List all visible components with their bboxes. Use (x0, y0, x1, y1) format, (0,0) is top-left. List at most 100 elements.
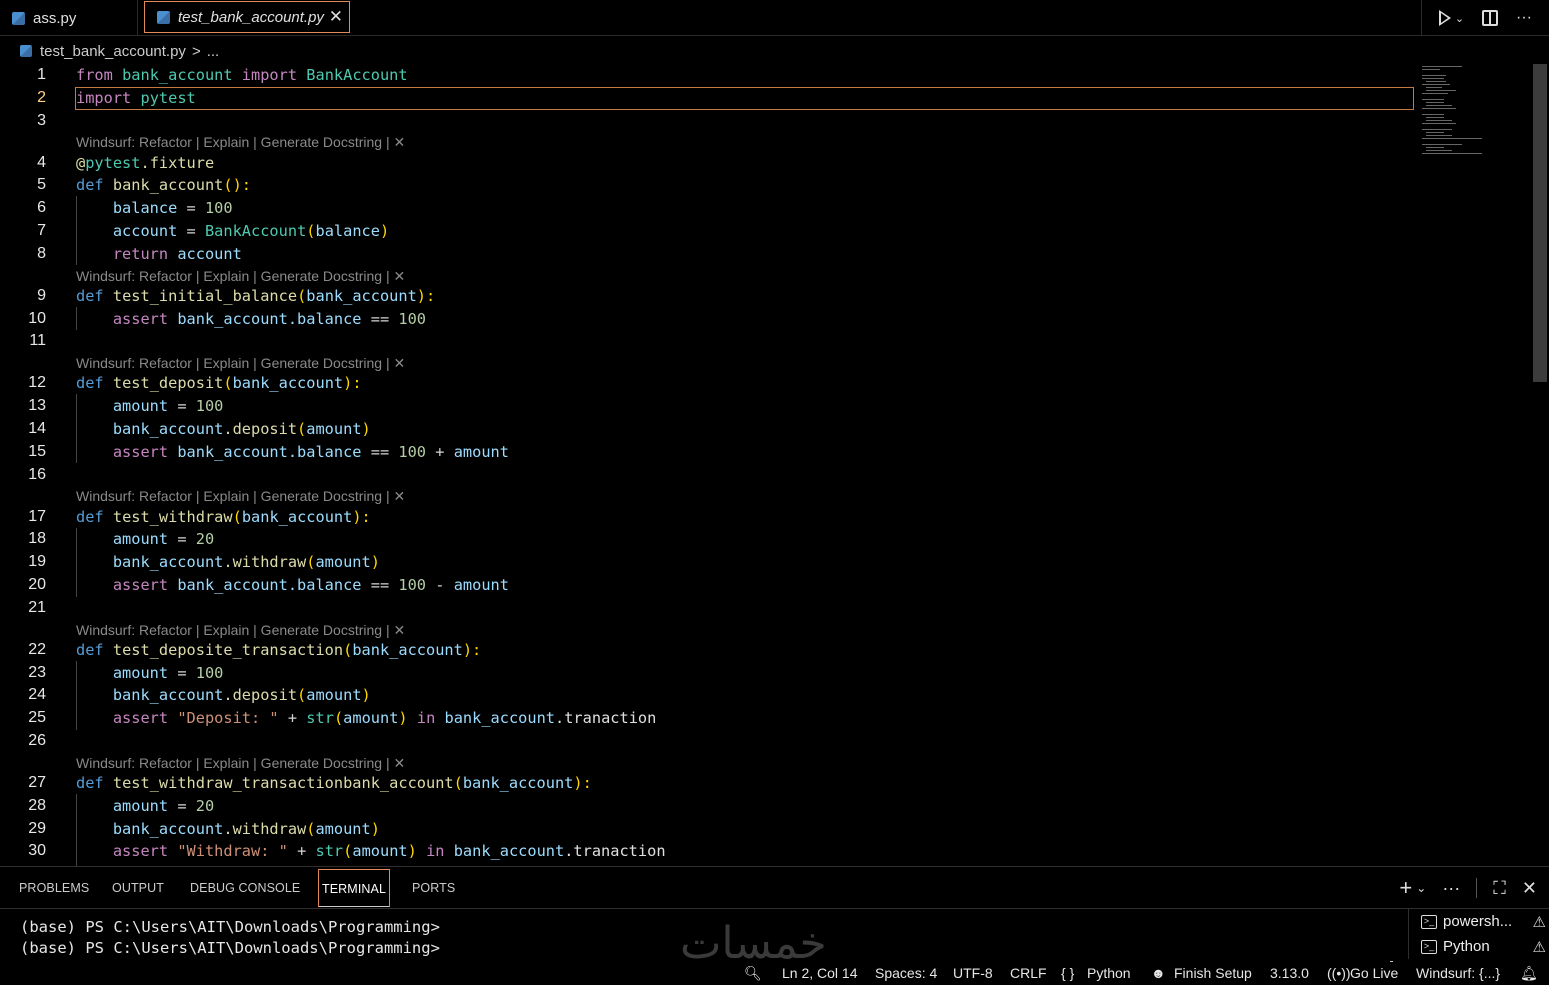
status-python-version[interactable]: 3.13.0 (1270, 965, 1309, 981)
token: bank_account (306, 287, 417, 305)
more-actions-icon[interactable]: ··· (1516, 9, 1532, 27)
python-file-icon (157, 10, 170, 24)
divider (1476, 878, 1478, 898)
token: amount (112, 397, 169, 415)
minimap[interactable] (1420, 64, 1530, 164)
token: ( (297, 686, 307, 704)
breadcrumb-separator: > (191, 42, 201, 60)
minimap-line (1426, 102, 1444, 103)
terminal-item-python[interactable]: >_ Python ⚠ (1421, 938, 1546, 956)
token: ): (462, 641, 482, 659)
terminal-output[interactable]: (base) PS C:\Users\AIT\Downloads\Program… (20, 917, 440, 959)
line-number: 29 (28, 820, 46, 837)
token: 100 (195, 664, 224, 682)
terminal-item-label: powersh... (1443, 913, 1513, 930)
token: ) (370, 553, 380, 571)
status-cursor-position[interactable]: Ln 2, Col 14 (782, 965, 858, 981)
token: amount (315, 820, 371, 838)
token: ( (306, 222, 316, 240)
token: ) (407, 842, 417, 860)
run-icon[interactable] (1438, 10, 1451, 26)
token: .deposit (223, 420, 298, 438)
line-number: 2 (37, 89, 46, 106)
minimap-line (1426, 147, 1444, 148)
status-language[interactable]: Python (1087, 965, 1131, 981)
tab-terminal[interactable]: TERMINAL (318, 869, 391, 907)
token: pytest (85, 154, 141, 172)
minimap-line (1426, 81, 1446, 82)
line-number: 5 (37, 176, 46, 193)
line-number: 27 (28, 774, 46, 791)
status-indentation[interactable]: Spaces: 4 (875, 965, 937, 981)
code-editor[interactable]: 1 from bank_account import BankAccount 2… (0, 64, 1549, 866)
line-number: 24 (28, 686, 46, 703)
token: .withdraw (223, 820, 307, 838)
token: == (370, 310, 390, 328)
minimap-line (1422, 123, 1456, 124)
close-icon[interactable]: ✕ (329, 7, 343, 27)
token: = (177, 397, 187, 415)
vertical-scrollbar[interactable] (1533, 64, 1547, 382)
breadcrumb-more[interactable]: ... (207, 43, 220, 60)
minimap-line (1422, 84, 1450, 85)
token: == (370, 443, 390, 461)
tab-test-bank-account-py[interactable]: test_bank_account.py ✕ (144, 1, 350, 33)
breadcrumb-file[interactable]: test_bank_account.py (40, 43, 186, 60)
token: test_initial_balance (112, 287, 298, 305)
token: .tranaction (555, 709, 657, 727)
status-go-live[interactable]: Go Live (1350, 965, 1398, 981)
editor-tab-bar: ass.py test_bank_account.py ✕ ⌄ ··· (0, 0, 1549, 36)
maximize-panel-icon[interactable]: ⛶ (1493, 878, 1506, 899)
line-number: 11 (29, 332, 46, 349)
tab-problems[interactable]: PROBLEMS (19, 881, 89, 895)
token: .tranaction (564, 842, 666, 860)
token: 20 (195, 797, 215, 815)
token: amount (453, 443, 509, 461)
tab-ass-py[interactable]: ass.py (0, 0, 138, 36)
tab-output[interactable]: OUTPUT (112, 881, 164, 895)
token: 100 (195, 397, 224, 415)
line-number: 6 (37, 199, 46, 216)
windsurf-codelens[interactable]: Windsurf: Refactor | Explain | Generate … (76, 134, 405, 151)
line-number: 25 (28, 709, 46, 726)
terminal-line: (base) PS C:\Users\AIT\Downloads\Program… (20, 939, 440, 957)
windsurf-codelens[interactable]: Windsurf: Refactor | Explain | Generate … (76, 488, 405, 505)
minimap-line (1422, 75, 1446, 76)
token: bank_account (112, 420, 224, 438)
windsurf-codelens[interactable]: Windsurf: Refactor | Explain | Generate … (76, 622, 405, 639)
panel-actions: + ⌄ ··· ⛶ ✕ (1399, 875, 1537, 901)
token: + (287, 709, 298, 727)
tab-ports[interactable]: PORTS (412, 881, 455, 895)
terminal-item-label: Python (1443, 938, 1490, 955)
line-number: 17 (28, 508, 46, 525)
split-editor-icon[interactable] (1482, 10, 1499, 26)
minimap-line (1422, 108, 1456, 109)
windsurf-codelens[interactable]: Windsurf: Refactor | Explain | Generate … (76, 268, 405, 285)
zoom-icon[interactable]: 🔍︎ (744, 965, 762, 982)
more-actions-icon[interactable]: ··· (1442, 878, 1460, 899)
token: bank_account (122, 66, 233, 84)
token: .balance (287, 443, 362, 461)
chevron-down-icon[interactable]: ⌄ (1455, 12, 1464, 25)
minimap-line (1426, 135, 1452, 136)
line-number: 26 (28, 732, 46, 749)
bell-icon[interactable]: 🔔︎ (1520, 965, 1538, 982)
status-windsurf[interactable]: Windsurf: {...} (1416, 965, 1500, 981)
status-encoding[interactable]: UTF-8 (953, 965, 993, 981)
token: def (76, 374, 104, 392)
token: bank_account (112, 176, 224, 194)
windsurf-codelens[interactable]: Windsurf: Refactor | Explain | Generate … (76, 355, 405, 372)
tab-debug-console[interactable]: DEBUG CONSOLE (190, 881, 300, 895)
windsurf-codelens[interactable]: Windsurf: Refactor | Explain | Generate … (76, 755, 405, 772)
token: test_withdraw_transactionbank_account (112, 774, 454, 792)
broadcast-icon: ((•)) (1327, 965, 1351, 981)
close-panel-icon[interactable]: ✕ (1522, 878, 1537, 899)
add-terminal-icon[interactable]: + (1399, 875, 1412, 901)
terminal-item-powershell[interactable]: >_ powersh... ⚠ (1421, 913, 1546, 931)
chevron-down-icon[interactable]: ⌄ (1416, 881, 1426, 895)
status-finish-setup[interactable]: Finish Setup (1174, 965, 1252, 981)
token: ): (352, 508, 371, 526)
token: account (177, 245, 242, 263)
status-eol[interactable]: CRLF (1010, 965, 1047, 981)
token: bank_account (177, 576, 288, 594)
